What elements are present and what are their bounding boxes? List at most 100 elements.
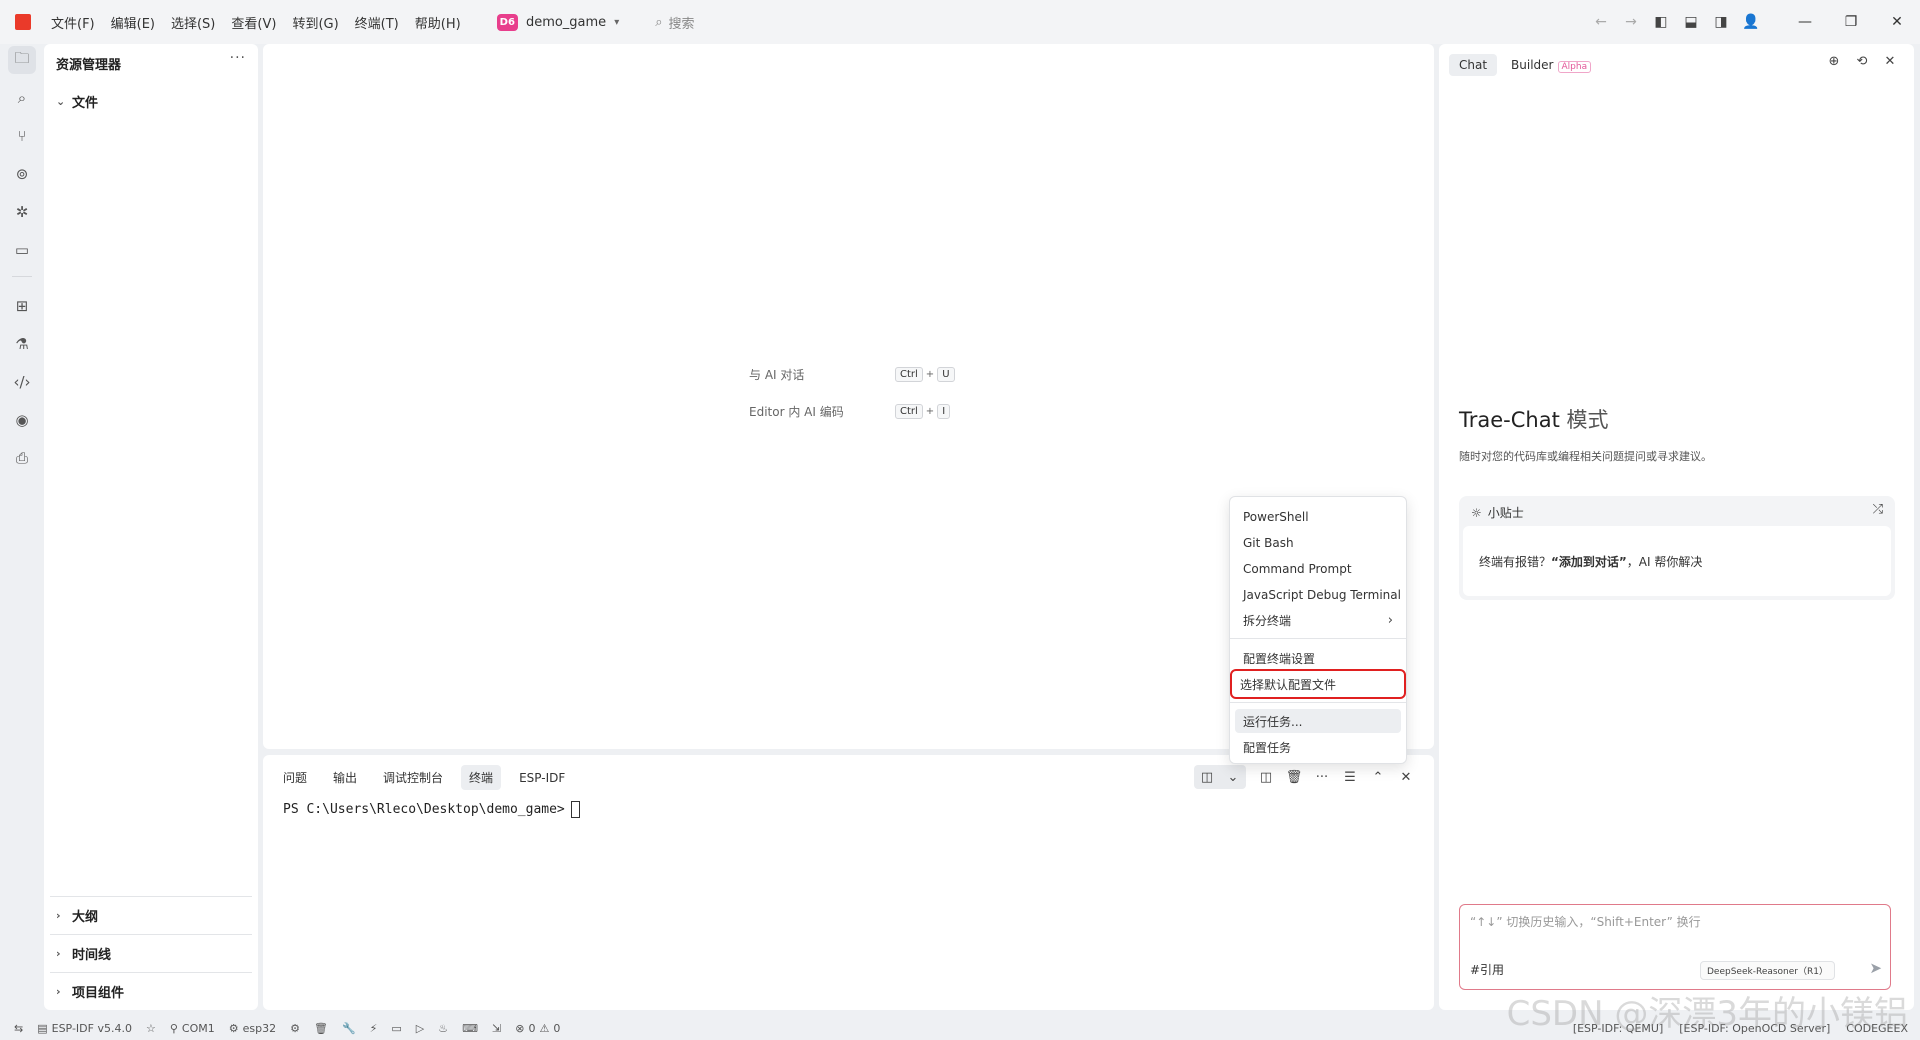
shuffle-icon[interactable]: ⤮ <box>1873 502 1883 517</box>
remote-status-icon[interactable]: ⇆ <box>14 1022 23 1035</box>
menu-help[interactable]: 帮助(H) <box>415 13 461 32</box>
chat-input[interactable]: “↑↓” 切换历史输入，“Shift+Enter” 换行 #引用 DeepSee… <box>1459 904 1891 990</box>
send-icon[interactable]: ➤ <box>1869 959 1882 977</box>
tab-terminal[interactable]: 终端 <box>461 765 502 790</box>
menu-file[interactable]: 文件(F) <box>51 13 95 32</box>
remote-explorer-icon[interactable]: ▭ <box>8 236 36 264</box>
remote-icon[interactable]: ⊚ <box>8 160 36 188</box>
outline-section[interactable]: › 大纲 <box>50 896 252 934</box>
tab-debug-console[interactable]: 调试控制台 <box>375 765 451 790</box>
lightbulb-icon: ☼ <box>1471 505 1482 520</box>
forward-arrow-icon[interactable]: → <box>1616 14 1646 30</box>
project-switcher[interactable]: D6 demo_game ▾ <box>496 13 619 31</box>
menu-item-split-terminal[interactable]: 拆分终端 › <box>1235 608 1401 632</box>
restore-icon[interactable]: ❐ <box>1828 14 1874 30</box>
titlebar-controls: ← → ◧ ⬓ ◨ 👤 — ❐ ✕ <box>1586 0 1920 44</box>
chevron-right-icon: › <box>56 909 61 922</box>
chevron-down-icon: ⌄ <box>56 95 66 108</box>
model-selector[interactable]: DeepSeek-Reasoner（R1） <box>1700 961 1835 980</box>
project-components-section[interactable]: › 项目组件 <box>50 972 252 1010</box>
chevron-up-icon[interactable]: ⌃ <box>1364 770 1392 785</box>
cite-button[interactable]: #引用 <box>1470 961 1504 978</box>
menu-item-label: 配置任务 <box>1243 740 1292 755</box>
more-icon[interactable]: ··· <box>1308 770 1336 785</box>
menu-go[interactable]: 转到(G) <box>292 13 338 32</box>
close-icon[interactable]: ✕ <box>1876 54 1904 69</box>
account-icon[interactable]: 👤 <box>1736 14 1766 30</box>
tab-problems[interactable]: 问题 <box>275 765 315 790</box>
codegeex-status[interactable]: CODEGEEX <box>1846 1022 1908 1035</box>
search-icon[interactable]: ⌕ <box>8 84 36 112</box>
espressif-icon[interactable]: ◉ <box>8 406 36 434</box>
flame-icon[interactable]: ♨ <box>438 1022 448 1035</box>
menu-edit[interactable]: 编辑(E) <box>111 13 155 32</box>
device-icon[interactable]: ⎙ <box>8 444 36 472</box>
tab-output[interactable]: 输出 <box>325 765 365 790</box>
monitor-icon[interactable]: ▭ <box>391 1022 401 1035</box>
menu-item-configure-tasks[interactable]: 配置任务 <box>1235 735 1401 759</box>
chat-input-placeholder: “↑↓” 切换历史输入，“Shift+Enter” 换行 <box>1470 915 1701 929</box>
toggle-left-sidebar-icon[interactable]: ◧ <box>1646 14 1676 30</box>
close-icon[interactable]: ✕ <box>1392 770 1420 785</box>
problems-counter[interactable]: ⊗ 0 ⚠ 0 <box>515 1022 560 1035</box>
menu-item-git-bash[interactable]: Git Bash <box>1235 531 1401 555</box>
minimize-icon[interactable]: — <box>1782 14 1828 30</box>
trash-icon[interactable]: 🗑 <box>314 1022 328 1035</box>
explorer-icon[interactable]: 🗀 <box>8 46 36 74</box>
wrench-icon[interactable]: 🔧 <box>342 1022 356 1035</box>
menu-item-configure-terminal-settings[interactable]: 配置终端设置 <box>1235 646 1401 670</box>
serial-port[interactable]: ⚲ COM1 <box>170 1022 215 1035</box>
tab-builder[interactable]: Builder Alpha <box>1501 54 1601 76</box>
chat-subtitle: 随时对您的代码库或编程相关问题提问或寻求建议。 <box>1459 450 1712 463</box>
code-icon[interactable]: ‹/› <box>8 368 36 396</box>
project-name: demo_game <box>525 14 607 30</box>
menu-selection[interactable]: 选择(S) <box>171 13 215 32</box>
chevron-down-icon[interactable]: ⌄ <box>1220 770 1246 785</box>
new-terminal-icon[interactable]: ◫ <box>1194 770 1220 785</box>
export-icon[interactable]: ⇲ <box>492 1022 501 1035</box>
statusbar-right: [ESP-IDF: QEMU] [ESP-IDF: OpenOCD Server… <box>1557 1016 1908 1040</box>
menu-view[interactable]: 查看(V) <box>231 13 276 32</box>
more-icon[interactable]: ··· <box>230 50 246 66</box>
files-section-header[interactable]: ⌄ 文件 <box>56 92 98 111</box>
menu-item-command-prompt[interactable]: Command Prompt <box>1235 557 1401 581</box>
toggle-right-sidebar-icon[interactable]: ◨ <box>1706 14 1736 30</box>
testing-icon[interactable]: ⚗ <box>8 330 36 358</box>
tab-esp-idf[interactable]: ESP-IDF <box>511 767 573 789</box>
timeline-section[interactable]: › 时间线 <box>50 934 252 972</box>
close-icon[interactable]: ✕ <box>1874 14 1920 30</box>
title-bar: 文件(F) 编辑(E) 选择(S) 查看(V) 转到(G) 终端(T) 帮助(H… <box>0 0 1920 44</box>
menu-item-run-task[interactable]: 运行任务... <box>1235 709 1401 733</box>
debug-icon[interactable]: ▷ <box>416 1022 424 1035</box>
sliders-icon[interactable]: ☰ <box>1336 770 1364 785</box>
debug-icon[interactable]: ✲ <box>8 198 36 226</box>
esp-idf-version[interactable]: ▤ ESP-IDF v5.4.0 <box>37 1022 132 1035</box>
source-control-icon[interactable]: ⑂ <box>8 122 36 150</box>
split-terminal-icon[interactable]: ◫ <box>1252 770 1280 785</box>
star-icon[interactable]: ☆ <box>146 1022 156 1035</box>
new-chat-icon[interactable]: ⊕ <box>1820 54 1848 69</box>
history-icon[interactable]: ⟲ <box>1848 54 1876 69</box>
menu-terminal[interactable]: 终端(T) <box>355 13 399 32</box>
trash-icon[interactable]: 🗑 <box>1280 770 1308 785</box>
menu-item-label: 选择默认配置文件 <box>1240 677 1337 692</box>
qemu-status[interactable]: [ESP-IDF: QEMU] <box>1573 1022 1663 1035</box>
settings-icon[interactable]: ⚙ <box>290 1022 300 1035</box>
extensions-icon[interactable]: ⊞ <box>8 292 36 320</box>
menu-item-label: 拆分终端 <box>1243 613 1292 628</box>
tip-title: 小贴士 <box>1487 506 1524 520</box>
openocd-status[interactable]: [ESP-IDF: OpenOCD Server] <box>1679 1022 1830 1035</box>
tip-text-suffix: ，AI 帮你解决 <box>1626 554 1703 569</box>
hint-label: 与 AI 对话 <box>749 368 805 382</box>
target-device[interactable]: ⚙ esp32 <box>229 1022 276 1035</box>
back-arrow-icon[interactable]: ← <box>1586 14 1616 30</box>
terminal-output[interactable]: PS C:\Users\Rleco\Desktop\demo_game> <box>283 801 580 818</box>
global-search[interactable]: ⌕ 搜索 <box>655 13 694 32</box>
menu-item-select-default-profile[interactable]: 选择默认配置文件 <box>1230 669 1406 699</box>
menu-item-js-debug-terminal[interactable]: JavaScript Debug Terminal <box>1235 583 1401 607</box>
tab-chat[interactable]: Chat <box>1449 54 1498 76</box>
toggle-panel-icon[interactable]: ⬓ <box>1676 14 1706 30</box>
menu-item-powershell[interactable]: PowerShell <box>1235 505 1401 529</box>
flash-icon[interactable]: ⚡ <box>370 1022 378 1035</box>
terminal-icon[interactable]: ⌨ <box>462 1022 478 1035</box>
